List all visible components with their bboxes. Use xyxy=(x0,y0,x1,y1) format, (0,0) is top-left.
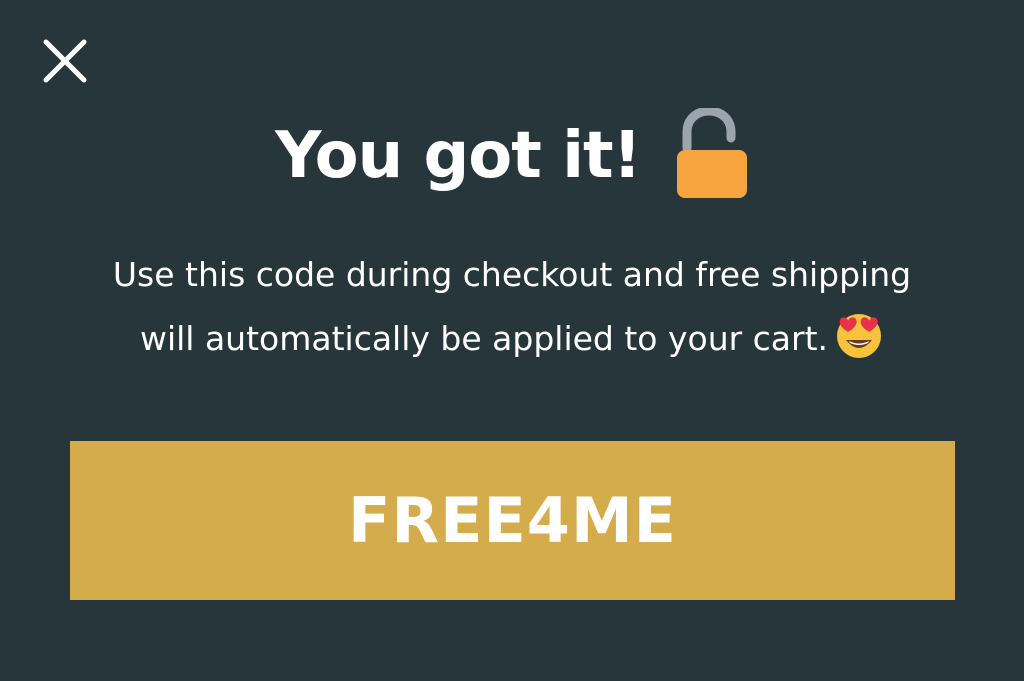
message-line-2: will automatically be applied to your ca… xyxy=(139,319,829,358)
close-icon xyxy=(43,39,87,83)
heart-eyes-emoji-icon xyxy=(837,314,882,358)
discount-code: FREE4ME xyxy=(348,484,677,557)
close-button[interactable] xyxy=(40,36,90,86)
modal-title: You got it! xyxy=(275,119,642,193)
headline: You got it! xyxy=(0,108,1024,204)
open-lock-icon xyxy=(676,108,747,198)
discount-code-box[interactable]: FREE4ME xyxy=(70,441,955,600)
message-line-1: Use this code during checkout and free s… xyxy=(112,255,912,294)
instruction-message: Use this code during checkout and free s… xyxy=(0,243,1024,371)
discount-modal: You got it! Use this code during checkou… xyxy=(0,0,1024,681)
message-line-2-wrapper: will automatically be applied to your ca… xyxy=(0,307,1024,371)
